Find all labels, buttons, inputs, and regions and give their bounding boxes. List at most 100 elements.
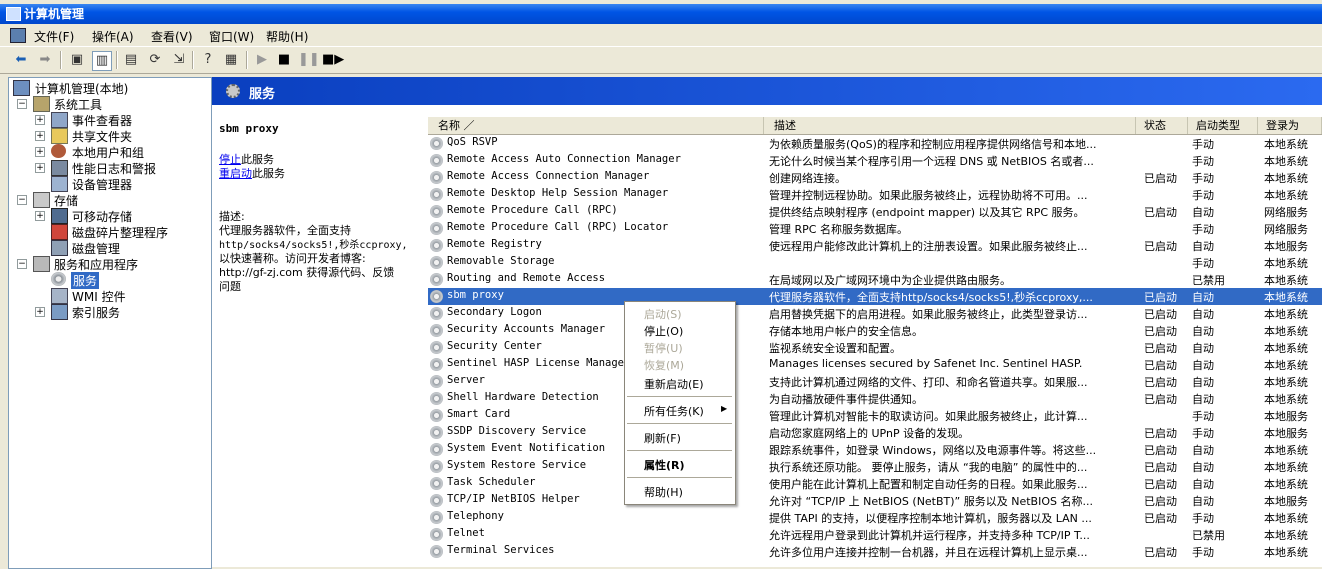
expand-icon[interactable]: + — [35, 211, 45, 221]
column-description[interactable]: 描述 — [764, 117, 1136, 134]
menu-start: 启动(S) — [644, 308, 682, 321]
service-row[interactable]: Terminal Services 允许多位用户连接并控制一台机器，并且在远程计算… — [428, 543, 1322, 560]
menu-all-tasks[interactable]: 所有任务(K) — [644, 403, 704, 419]
expand-icon[interactable]: + — [35, 147, 45, 157]
service-row[interactable]: Remote Desktop Help Session Manager 管理并控制… — [428, 186, 1322, 203]
restart-service-line: 重启动此服务 — [219, 167, 285, 180]
menu-view[interactable]: 查看(V) — [151, 28, 193, 45]
properties-icon[interactable]: ▤ — [122, 51, 140, 69]
gear-icon — [226, 84, 240, 98]
menu-refresh[interactable]: 刷新(F) — [644, 430, 681, 446]
service-description: 在局域网以及广域网环境中为企业提供路由服务。 — [769, 274, 1011, 287]
menu-window[interactable]: 窗口(W) — [209, 28, 254, 45]
service-logon-as: 本地系统 — [1264, 461, 1308, 474]
service-description: Manages licenses secured by Safenet Inc.… — [769, 357, 1083, 370]
gear-icon — [430, 171, 443, 184]
service-row[interactable]: Telnet 允许远程用户登录到此计算机并运行程序，并支持多种 TCP/IP T.… — [428, 526, 1322, 543]
service-name: Removable Storage — [447, 255, 555, 267]
collapse-icon[interactable]: − — [17, 99, 27, 109]
menu-properties[interactable]: 属性(R) — [644, 457, 685, 473]
service-description: 管理并控制远程协助。如果此服务被终止，远程协助将不可用。... — [769, 189, 1088, 202]
service-row[interactable]: Remote Access Auto Connection Manager 无论什… — [428, 152, 1322, 169]
column-logon-as[interactable]: 登录为 — [1258, 117, 1322, 134]
service-row[interactable]: Secondary Logon 启用替换凭据下的启用进程。如果此服务被终止，此类型… — [428, 305, 1322, 322]
service-status: 已启动 — [1144, 444, 1177, 457]
description-text: 问题 — [219, 280, 241, 293]
menu-help[interactable]: 帮助(H) — [266, 28, 308, 45]
gear-icon — [430, 545, 443, 558]
service-row[interactable]: Remote Access Connection Manager 创建网络连接。 已… — [428, 169, 1322, 186]
service-description: 监视系统安全设置和配置。 — [769, 342, 901, 355]
service-row[interactable]: Remote Procedure Call (RPC) 提供终结点映射程序 (en… — [428, 203, 1322, 220]
service-startup-type: 手动 — [1192, 427, 1214, 440]
service-description-panel: sbm proxy 停止此服务 重启动此服务 描述: 代理服务器软件，全面支持 … — [212, 105, 418, 567]
export-list-icon[interactable]: ⇲ — [170, 51, 188, 69]
service-row[interactable]: Remote Registry 使远程用户能修改此计算机上的注册表设置。如果此服务… — [428, 237, 1322, 254]
service-startup-type: 手动 — [1192, 410, 1214, 423]
show-hide-tree-icon[interactable]: ▥ — [92, 51, 112, 71]
expand-icon[interactable]: + — [35, 163, 45, 173]
service-logon-as: 本地系统 — [1264, 308, 1308, 321]
column-startup-type[interactable]: 启动类型 — [1188, 117, 1258, 134]
indexing-icon — [51, 304, 68, 320]
up-folder-icon[interactable]: ▣ — [68, 51, 86, 69]
column-name[interactable]: 名称 ／ — [428, 117, 764, 134]
refresh-icon[interactable]: ⟳ — [146, 51, 164, 69]
menu-help[interactable]: 帮助(H) — [644, 484, 683, 500]
start-service-icon[interactable]: ▶ — [253, 51, 271, 69]
help-icon[interactable]: ? — [199, 51, 217, 69]
column-status[interactable]: 状态 — [1136, 117, 1188, 134]
storage-icon — [33, 192, 50, 208]
gear-icon — [430, 443, 443, 456]
wmi-icon — [51, 288, 68, 304]
service-row[interactable]: SSDP Discovery Service 启动您家庭网络上的 UPnP 设备的… — [428, 424, 1322, 441]
description-text: http://gf-zj.com 获得源代码、反馈 — [219, 266, 395, 279]
service-status: 已启动 — [1144, 308, 1177, 321]
service-row[interactable]: Remote Procedure Call (RPC) Locator 管理 RP… — [428, 220, 1322, 237]
service-row[interactable]: Shell Hardware Detection 为自动播放硬件事件提供通知。 已启… — [428, 390, 1322, 407]
service-row[interactable]: Smart Card 管理此计算机对智能卡的取读访问。如果此服务被终止，此计算..… — [428, 407, 1322, 424]
service-row[interactable]: Removable Storage 手动 本地系统 — [428, 254, 1322, 271]
pause-service-icon[interactable]: ❚❚ — [298, 51, 320, 69]
service-logon-as: 本地系统 — [1264, 359, 1308, 372]
service-logon-as: 本地系统 — [1264, 291, 1308, 304]
gear-icon — [430, 392, 443, 405]
menu-action[interactable]: 操作(A) — [92, 28, 134, 45]
stop-service-icon[interactable]: ■ — [275, 51, 293, 69]
app-menu-icon[interactable] — [10, 28, 26, 43]
back-icon[interactable]: ⬅ — [12, 51, 30, 69]
service-description: 创建网络连接。 — [769, 172, 846, 185]
service-row[interactable]: sbm proxy 代理服务器软件，全面支持http/socks4/socks5!… — [428, 288, 1322, 305]
restart-service-icon[interactable]: ■▶ — [322, 51, 344, 69]
service-row[interactable]: Server 支持此计算机通过网络的文件、打印、和命名管道共享。如果服... 已启动… — [428, 373, 1322, 390]
service-row[interactable]: Sentinel HASP License Manager Manages lic… — [428, 356, 1322, 373]
menu-stop[interactable]: 停止(O) — [644, 323, 683, 339]
service-status: 已启动 — [1144, 461, 1177, 474]
expand-icon[interactable]: + — [35, 115, 45, 125]
restart-service-link[interactable]: 重启动 — [219, 167, 252, 180]
service-description: 为依赖质量服务(QoS)的程序和控制应用程序提供网络信号和本地... — [769, 138, 1097, 151]
expand-icon[interactable]: + — [35, 131, 45, 141]
submenu-arrow-icon: ▶ — [721, 404, 728, 413]
service-row[interactable]: TCP/IP NetBIOS Helper 允许对 “TCP/IP 上 NetBI… — [428, 492, 1322, 509]
description-text: http/socks4/socks5!,秒杀ccproxy, — [219, 240, 408, 251]
expand-icon[interactable]: + — [35, 307, 45, 317]
service-row[interactable]: System Restore Service 执行系统还原功能。 要停止服务，请从… — [428, 458, 1322, 475]
service-row[interactable]: Task Scheduler 使用户能在此计算机上配置和制定自动任务的日程。如果此… — [428, 475, 1322, 492]
service-row[interactable]: Telephony 提供 TAPI 的支持，以便程序控制本地计算机，服务器以及 L… — [428, 509, 1322, 526]
service-row[interactable]: Routing and Remote Access 在局域网以及广域网环境中为企业… — [428, 271, 1322, 288]
service-row[interactable]: System Event Notification 跟踪系统事件，如登录 Wind… — [428, 441, 1322, 458]
service-row[interactable]: Security Center 监视系统安全设置和配置。 已启动 自动 本地系统 — [428, 339, 1322, 356]
console-icon[interactable]: ▦ — [222, 51, 240, 69]
service-logon-as: 本地系统 — [1264, 189, 1308, 202]
service-row[interactable]: QoS RSVP 为依赖质量服务(QoS)的程序和控制应用程序提供网络信号和本地.… — [428, 135, 1322, 152]
forward-icon[interactable]: ➡ — [36, 51, 54, 69]
service-row[interactable]: Security Accounts Manager 存储本地用户帐户的安全信息。已… — [428, 322, 1322, 339]
service-startup-type: 自动 — [1192, 478, 1214, 491]
collapse-icon[interactable]: − — [17, 259, 27, 269]
menu-file[interactable]: 文件(F) — [34, 28, 74, 45]
collapse-icon[interactable]: − — [17, 195, 27, 205]
services-apps-icon — [33, 256, 50, 272]
menu-restart[interactable]: 重新启动(E) — [644, 376, 704, 392]
menu-separator — [627, 396, 732, 397]
